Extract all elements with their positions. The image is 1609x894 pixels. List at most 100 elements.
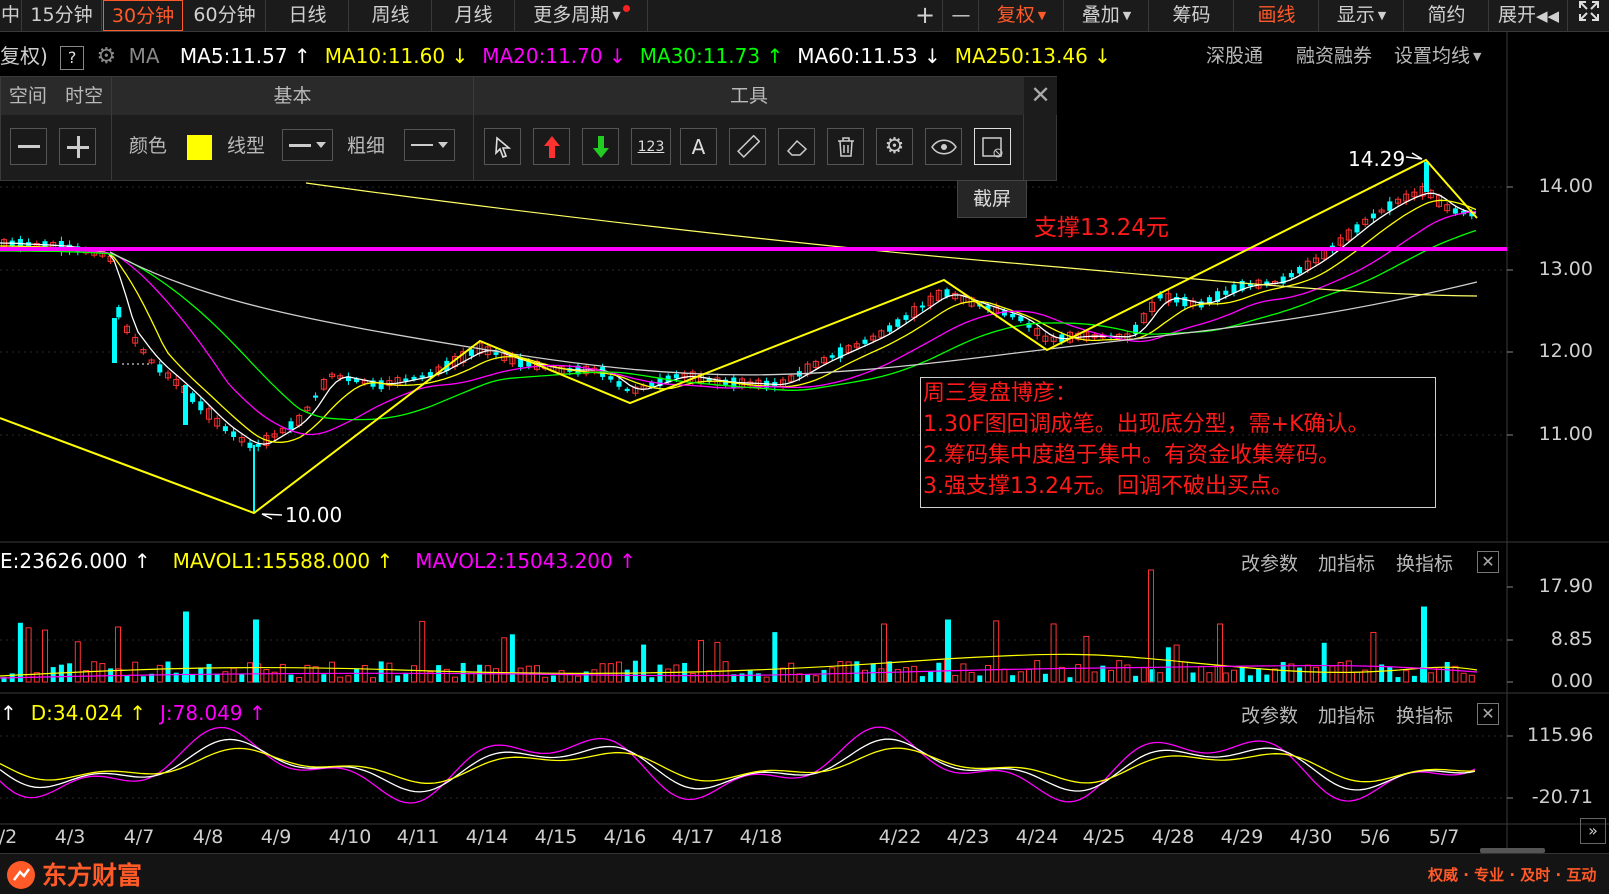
tab-space[interactable]: 空间 [9,85,47,107]
thickness-label: 粗细 [347,135,386,157]
delete-tool-button[interactable] [827,128,864,165]
kdj-value-2: J:78.049 ↑ [160,701,266,725]
note-line: 周三复盘博彦： [923,381,1078,406]
line-type-select[interactable] [282,129,333,161]
number-tool-button[interactable]: 123 [631,128,671,165]
price-tick-12: 12.00 [1538,340,1593,362]
panel-close-button[interactable]: ✕ [1024,77,1057,115]
volume-switch-indicator-link[interactable]: 换指标 [1396,549,1453,576]
date-tick: 4/11 [396,826,440,848]
volume-tick-high: 17.90 [1538,575,1593,597]
date-tick: 4/30 [1289,826,1333,848]
color-swatch[interactable] [187,135,212,160]
low-price-label: 10.00 [285,503,343,527]
thickness-icon [411,142,448,148]
brand-slogan: 权威 · 专业 · 及时 · 互动 [1428,866,1597,884]
kdj-tick-high: 115.96 [1527,724,1594,746]
volume-value-1: MAVOL1:15588.000 ↑ [172,549,394,573]
volume-header: E:23626.000 ↑ MAVOL1:15588.000 ↑ MAVOL2:15… [0,549,636,573]
volume-value-2: MAVOL2:15043.200 ↑ [415,549,636,573]
kdj-switch-indicator-link[interactable]: 换指标 [1396,701,1453,728]
tab-time-space[interactable]: 时空 [65,85,103,107]
date-tick: 4/14 [465,826,509,848]
date-tick: 5/7 [1428,826,1460,848]
brand-name: 东方财富 [42,861,143,890]
screenshot-icon [981,136,1002,157]
scroll-right-icon[interactable]: » [1580,818,1606,844]
down-arrow-tool-button[interactable] [582,128,619,165]
up-arrow-icon [543,135,560,158]
price-tick-14: 14.00 [1538,175,1593,197]
screenshot-tool-button[interactable] [974,128,1011,165]
kdj-header: ↑ D:34.024 ↑ J:78.049 ↑ [0,701,266,725]
high-arrow-icon [1405,152,1423,160]
analysis-note: 周三复盘博彦： 1.30F图回调成笔。出现底分型，需+K确认。 2.筹码集中度趋… [920,377,1436,508]
line-plus-button[interactable] [59,128,96,165]
volume-add-indicator-link[interactable]: 加指标 [1318,549,1375,576]
panel-tabs: 空间 时空 [1,77,112,115]
kdj-add-indicator-link[interactable]: 加指标 [1318,701,1375,728]
kdj-close-icon[interactable]: ✕ [1477,703,1499,725]
ruler-tool-button[interactable] [729,128,766,165]
visibility-tool-button[interactable] [925,128,962,165]
eraser-tool-button[interactable] [778,128,815,165]
line-minus-button[interactable] [10,128,47,165]
date-tick: 4/18 [739,826,783,848]
volume-change-params-link[interactable]: 改参数 [1241,549,1298,576]
date-tick: 4/8 [192,826,224,848]
minus-icon [17,144,40,148]
panel-tools-header: 工具 [474,77,1024,115]
date-tick: 4/23 [946,826,990,848]
text-tool-button[interactable]: A [680,128,717,165]
volume-bars [1,569,1475,683]
price-tick-13: 13.00 [1538,258,1593,280]
date-tick: /2 [0,826,18,848]
price-tick-11: 11.00 [1538,423,1593,445]
volume-ma-lines [0,653,1478,679]
thickness-select[interactable] [404,129,455,161]
note-line: 1.30F图回调成笔。出现底分型，需+K确认。 [923,412,1370,437]
note-line: 2.筹码集中度趋于集中。有资金收集筹码。 [923,443,1340,468]
high-price-label: 14.29 [1348,147,1406,171]
date-tick: 4/9 [260,826,292,848]
volume-tick-zero: 0.00 [1550,670,1593,692]
date-tick: 4/15 [534,826,578,848]
number-123-icon: 123 [637,138,665,155]
plus-icon [66,135,89,158]
note-line: 3.强支撑13.24元。回调不破出买点。 [923,474,1293,499]
select-tool-button[interactable] [484,128,521,165]
date-tick: 4/16 [603,826,647,848]
date-tick: 4/22 [878,826,922,848]
line-type-icon [289,142,326,148]
volume-value-0: E:23626.000 ↑ [0,549,151,573]
date-tick: 4/10 [328,826,372,848]
line-type-label: 线型 [227,135,266,157]
gear-icon: ⚙ [884,134,905,159]
date-tick: 4/25 [1082,826,1126,848]
date-tick: 4/28 [1151,826,1195,848]
date-tick: 4/3 [54,826,86,848]
kdj-change-params-link[interactable]: 改参数 [1241,701,1298,728]
kdj-value-0: ↑ [0,701,17,725]
panel-basic-header: 基本 [112,77,474,115]
volume-close-icon[interactable]: ✕ [1477,551,1499,573]
settings-tool-button[interactable]: ⚙ [876,128,913,165]
cursor-icon [494,135,511,158]
up-arrow-tool-button[interactable] [533,128,570,165]
date-tick: 4/7 [123,826,155,848]
screenshot-tooltip: 截屏 [957,180,1027,218]
trash-icon [837,136,854,157]
support-label: 支撑13.24元 [1034,215,1169,241]
down-arrow-icon [592,135,609,158]
date-tick: 5/6 [1359,826,1391,848]
date-tick: 4/24 [1015,826,1059,848]
kdj-tick-low: -20.71 [1531,786,1593,808]
footer-bar: 东方财富 权威 · 专业 · 及时 · 互动 [0,853,1609,894]
kdj-lines [0,726,1476,804]
eye-icon [930,139,957,154]
drawing-tools-panel: 空间 时空 基本 工具 ✕ 颜色 线型 粗细 123 A ⚙ [0,76,1057,181]
ruler-icon [736,134,760,158]
eastmoney-logo-icon [7,861,35,889]
color-label: 颜色 [129,135,168,157]
volume-tick-mid: 8.85 [1550,628,1593,650]
